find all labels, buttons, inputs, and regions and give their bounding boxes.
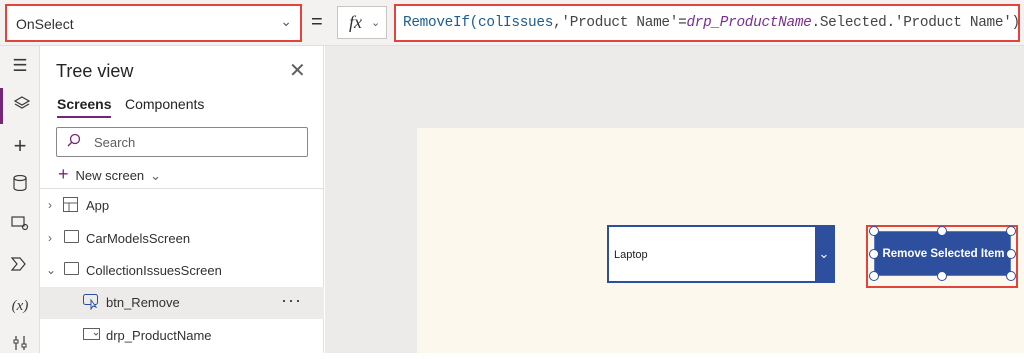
resize-handle[interactable] (937, 271, 947, 281)
more-options-icon[interactable]: ··· (281, 290, 302, 311)
tree-node-label: CollectionIssuesScreen (86, 263, 222, 278)
formula-field: ,'Product Name' (553, 15, 679, 31)
property-dropdown[interactable]: OnSelect ⌄ (5, 4, 302, 42)
tab-screens[interactable]: Screens (57, 96, 112, 118)
plus-icon[interactable]: + (0, 128, 40, 164)
resize-handle[interactable] (869, 249, 879, 259)
search-placeholder: Search (94, 135, 136, 150)
dropdown-control-icon (83, 327, 100, 340)
chevron-down-icon: ⌄ (280, 13, 292, 29)
tree-node-btn-remove[interactable]: btn_Remove ··· (40, 287, 324, 319)
chevron-down-icon: ⌄ (371, 17, 381, 29)
search-icon (67, 133, 81, 150)
left-rail: ☰ + (x) (0, 46, 40, 353)
hamburger-icon[interactable]: ☰ (0, 48, 40, 84)
formula-function: RemoveIf( (403, 15, 479, 31)
formula-bar: OnSelect ⌄ = fx ⌄ RemoveIf(colIssues,'Pr… (0, 0, 1024, 46)
fx-icon: fx (349, 12, 362, 32)
tools-icon[interactable] (0, 328, 40, 364)
tree-node-drp-productname[interactable]: drp_ProductName (40, 320, 324, 352)
dropdown-selected-value: Laptop (614, 249, 648, 261)
tree-node-app[interactable]: › App (40, 190, 324, 222)
equals-sign: = (311, 11, 323, 33)
button-label: Remove Selected Item (882, 248, 1005, 260)
divider (40, 188, 324, 189)
media-icon[interactable] (0, 208, 40, 244)
chevron-down-icon[interactable]: ⌄ (815, 227, 833, 281)
screen-icon (64, 262, 79, 275)
formula-input[interactable]: RemoveIf(colIssues,'Product Name'=drp_Pr… (394, 4, 1020, 42)
new-screen-label: New screen (75, 168, 145, 183)
database-icon[interactable] (0, 168, 40, 204)
variables-icon[interactable]: (x) (0, 288, 40, 324)
plus-icon: + (58, 164, 69, 184)
screen-icon (64, 230, 79, 243)
tree-node-carmodelsscreen[interactable]: › CarModelsScreen (40, 223, 324, 255)
layers-icon[interactable] (0, 88, 40, 124)
tab-components[interactable]: Components (125, 96, 204, 112)
power-automate-icon[interactable] (0, 248, 40, 284)
panel-title: Tree view (56, 61, 134, 81)
product-name-dropdown[interactable]: Laptop ⌄ (607, 225, 835, 283)
button-control-icon (83, 294, 98, 311)
new-screen-button[interactable]: + New screen ⌄ (58, 164, 161, 185)
resize-handle[interactable] (869, 271, 879, 281)
fx-button[interactable]: fx ⌄ (337, 6, 387, 39)
resize-handle[interactable] (937, 226, 947, 236)
close-icon[interactable]: ✕ (289, 58, 306, 83)
chevron-right-icon: › (48, 198, 52, 212)
formula-tail: .Selected.'Product Name') (811, 15, 1020, 31)
search-input[interactable]: Search (56, 127, 308, 157)
tree-node-label: drp_ProductName (106, 328, 212, 343)
app-icon (63, 197, 78, 212)
tree-node-label: App (86, 198, 110, 213)
tree-node-label: CarModelsScreen (86, 231, 191, 246)
resize-handle[interactable] (1006, 249, 1016, 259)
tree-view-panel: Tree view ✕ Screens Components Search + N… (40, 46, 324, 353)
resize-handle[interactable] (1006, 226, 1016, 236)
remove-selected-item-button[interactable]: Remove Selected Item (874, 231, 1011, 276)
resize-handle[interactable] (1006, 271, 1016, 281)
formula-control: drp_ProductName (686, 15, 812, 31)
formula-collection: colIssues (478, 15, 554, 31)
tree-node-label: btn_Remove (106, 295, 180, 310)
chevron-down-icon: ⌄ (46, 263, 57, 277)
chevron-right-icon: › (48, 231, 52, 245)
chevron-down-icon: ⌄ (150, 168, 162, 183)
property-value: OnSelect (16, 16, 74, 32)
tree-node-collectionissuesscreen[interactable]: ⌄ CollectionIssuesScreen (40, 255, 324, 287)
resize-handle[interactable] (869, 226, 879, 236)
